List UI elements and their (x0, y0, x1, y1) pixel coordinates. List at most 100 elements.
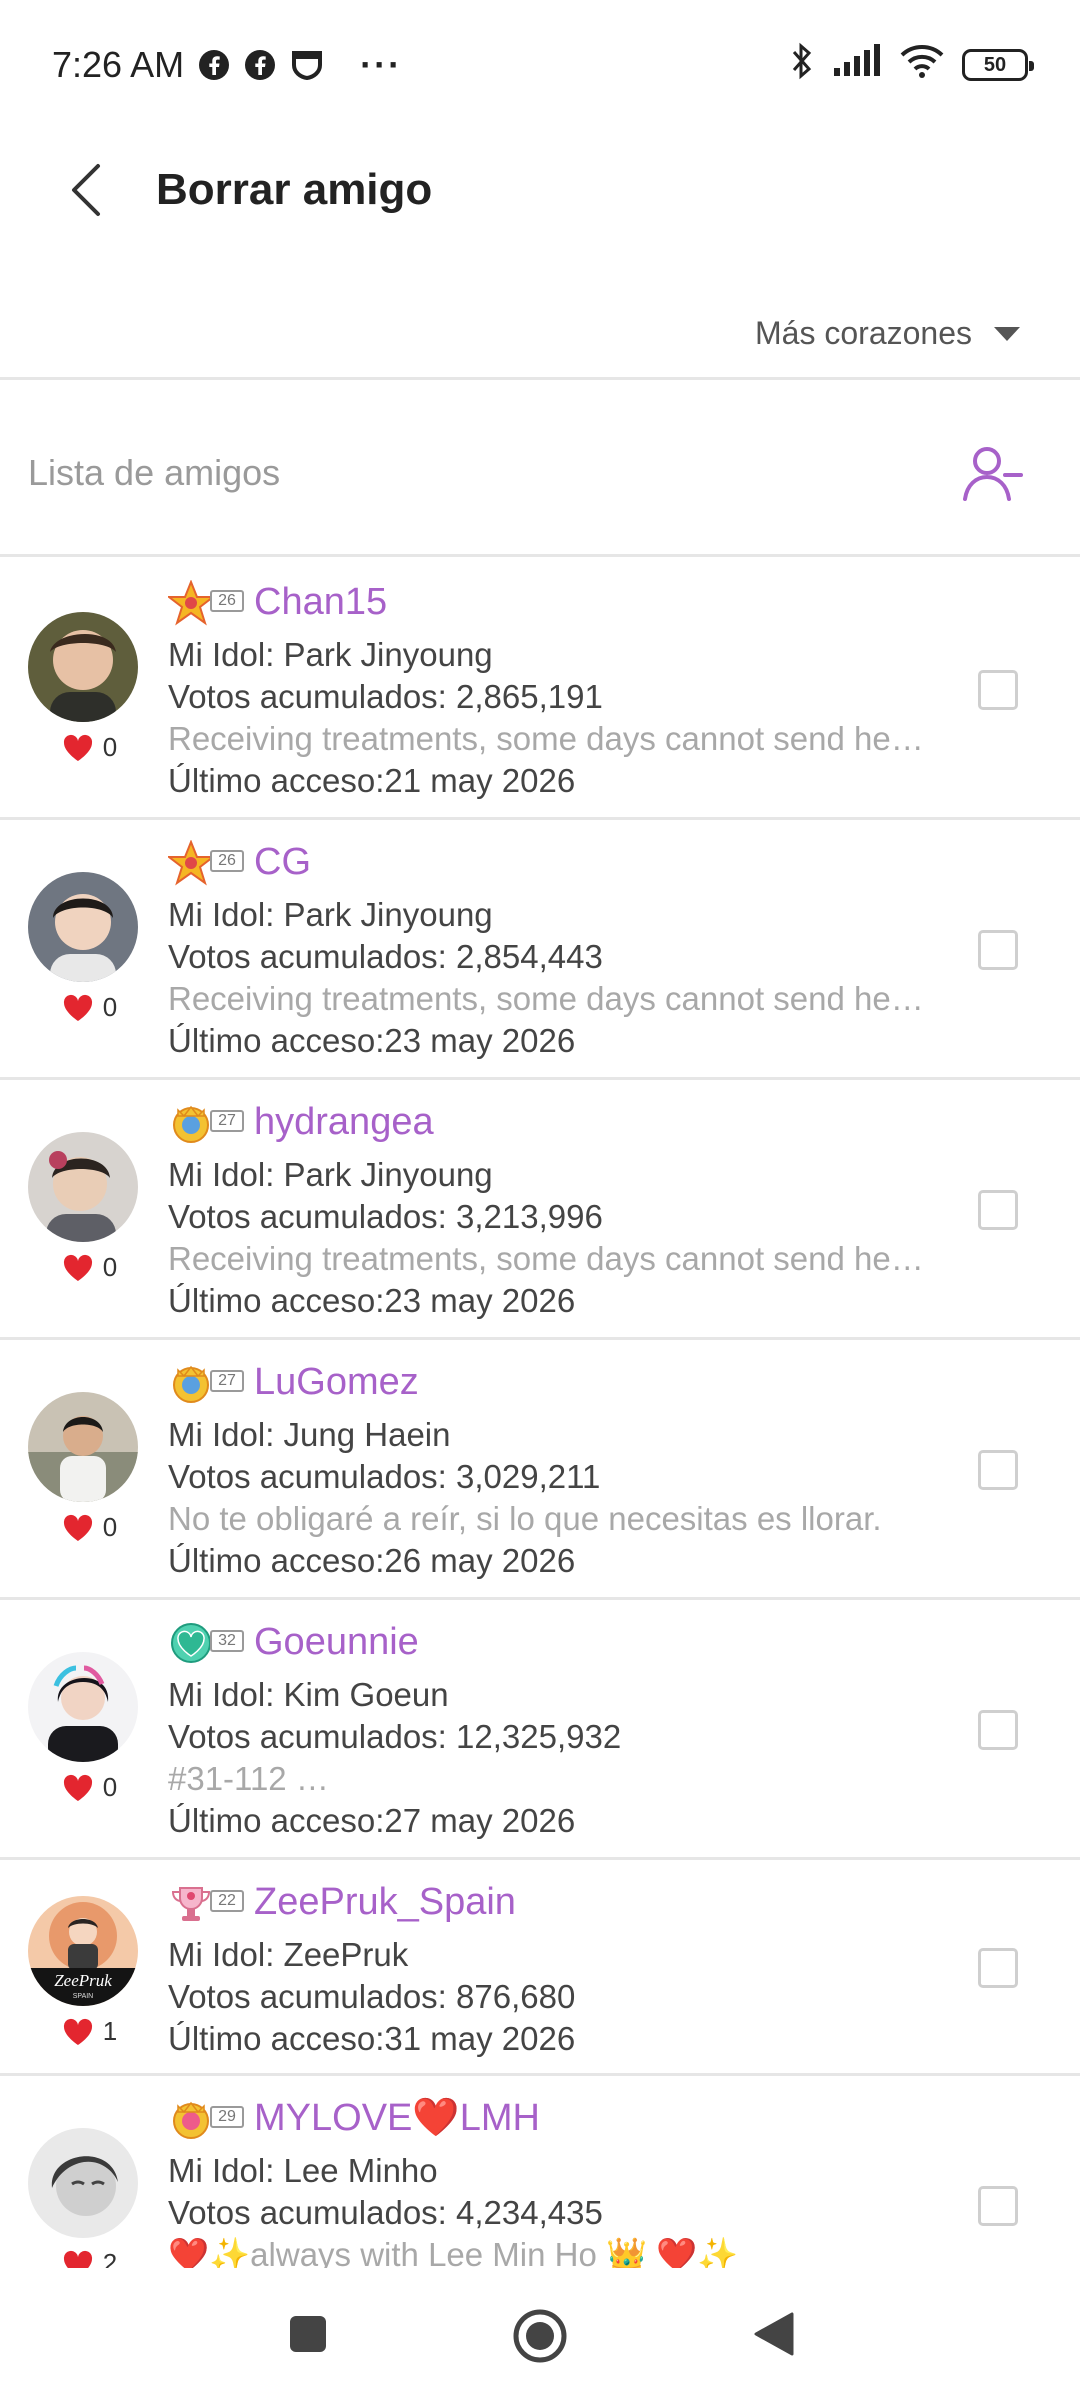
level-number: 32 (210, 1630, 244, 1652)
last-access: Último acceso:23 may 2026 (168, 1022, 576, 1059)
idol-text: Mi Idol: Park Jinyoung (168, 636, 493, 673)
friend-row[interactable]: 2 29 MYLOVE❤️LMH Mi Idol: Lee Minho Voto… (0, 2076, 1080, 2268)
star-badge-icon (168, 580, 214, 626)
avatar[interactable] (28, 872, 138, 982)
heart-icon (63, 734, 92, 761)
last-access: Último acceso:26 may 2026 (168, 1542, 576, 1579)
battery-level: 50 (983, 53, 1007, 76)
status-message: ❤️✨always with Lee Min Ho 👑 ❤️✨ (168, 2236, 739, 2268)
friend-list: 0 26 Chan15 Mi Idol: Park Jinyoung Votos… (0, 560, 1080, 2268)
avatar[interactable] (28, 1132, 138, 1242)
heart-icon (63, 1774, 92, 1801)
votes-text: Votos acumulados: 3,213,996 (168, 1198, 603, 1235)
heart-number: 0 (102, 1772, 118, 1802)
back-nav-button[interactable] (748, 2308, 800, 2360)
heart-badge-icon (171, 1623, 211, 1663)
level-badge: 27 (168, 1356, 244, 1408)
user-name[interactable]: CG (254, 841, 311, 884)
friend-row[interactable]: 0 26 CG Mi Idol: Park Jinyoung Votos acu… (0, 820, 1080, 1080)
home-button[interactable] (510, 2306, 570, 2366)
user-name[interactable]: hydrangea (254, 1101, 434, 1144)
status-message: #31-112 … (168, 1760, 329, 1797)
crown-badge-icon (173, 2101, 209, 2139)
recents-button[interactable] (284, 2310, 332, 2358)
facebook-icon (198, 49, 230, 81)
app-header: Borrar amigo (0, 130, 1080, 250)
status-message: Receiving treatments, some days cannot s… (168, 980, 924, 1017)
level-badge: 26 (168, 576, 244, 628)
idol-text: Mi Idol: Jung Haein (168, 1416, 451, 1453)
friend-row[interactable]: 0 26 Chan15 Mi Idol: Park Jinyoung Votos… (0, 560, 1080, 820)
level-number: 27 (210, 1110, 244, 1132)
status-message: No te obligaré a reír, si lo que necesit… (168, 1500, 882, 1537)
bluetooth-icon (790, 41, 814, 90)
avatar[interactable] (28, 1392, 138, 1502)
sort-dropdown[interactable]: Más corazones (755, 315, 1020, 352)
select-checkbox[interactable] (978, 930, 1018, 970)
status-message: Receiving treatments, some days cannot s… (168, 1240, 924, 1277)
user-name[interactable]: MYLOVE❤️LMH (254, 2096, 540, 2140)
heart-count: 0 (28, 1252, 138, 1283)
star-badge-icon (168, 840, 214, 886)
select-checkbox[interactable] (978, 1190, 1018, 1230)
level-badge: 29 (168, 2092, 244, 2144)
more-notifications: ··· (360, 44, 403, 85)
home-circle-icon (513, 2309, 567, 2363)
level-number: 22 (210, 1890, 244, 1912)
level-badge: 26 (168, 836, 244, 888)
heart-number: 0 (102, 1512, 118, 1542)
last-access: Último acceso:23 may 2026 (168, 1282, 576, 1319)
heart-count: 1 (28, 2016, 138, 2047)
select-checkbox[interactable] (978, 1948, 1018, 1988)
triangle-back-icon (754, 2312, 794, 2356)
facebook-icon (244, 49, 276, 81)
votes-text: Votos acumulados: 12,325,932 (168, 1718, 622, 1755)
back-button[interactable] (46, 150, 126, 230)
votes-text: Votos acumulados: 876,680 (168, 1978, 576, 2015)
friend-row[interactable]: ZeePruk SPAIN 1 22 ZeePruk_Spain Mi Idol… (0, 1860, 1080, 2076)
crown-badge-icon (173, 1365, 209, 1403)
heart-number: 0 (102, 1252, 118, 1282)
select-checkbox[interactable] (978, 1450, 1018, 1490)
level-number: 26 (210, 850, 244, 872)
votes-text: Votos acumulados: 3,029,211 (168, 1458, 601, 1495)
heart-number: 0 (102, 992, 118, 1022)
idol-text: Mi Idol: Park Jinyoung (168, 896, 493, 933)
friend-row[interactable]: 0 32 Goeunnie Mi Idol: Kim Goeun Votos a… (0, 1600, 1080, 1860)
heart-number: 2 (102, 2248, 118, 2268)
user-name[interactable]: ZeePruk_Spain (254, 1881, 516, 1924)
avatar[interactable]: ZeePruk SPAIN (28, 1896, 138, 2006)
user-name[interactable]: LuGomez (254, 1361, 419, 1404)
heart-icon (63, 1254, 92, 1281)
level-badge: 27 (168, 1096, 244, 1148)
heart-number: 1 (102, 2016, 118, 2046)
idol-text: Mi Idol: Park Jinyoung (168, 1156, 493, 1193)
friend-row[interactable]: 0 27 hydrangea Mi Idol: Park Jinyoung Vo… (0, 1080, 1080, 1340)
heart-number: 0 (102, 732, 118, 762)
select-checkbox[interactable] (978, 1710, 1018, 1750)
avatar[interactable] (28, 612, 138, 722)
select-checkbox[interactable] (978, 2186, 1018, 2226)
friend-list-header: Lista de amigos (0, 392, 1080, 557)
last-access: Último acceso:31 may 2026 (168, 2020, 576, 2057)
friend-row[interactable]: 0 27 LuGomez Mi Idol: Jung Haein Votos a… (0, 1340, 1080, 1600)
votes-text: Votos acumulados: 4,234,435 (168, 2194, 603, 2231)
system-nav-bar (0, 2268, 1080, 2400)
caret-down-icon (994, 326, 1020, 341)
remove-friend-button[interactable] (958, 438, 1028, 508)
clock: 7:26 AM (52, 44, 185, 85)
screen: 7:26 AM ··· 50 Borrar amigo Más corazone… (0, 0, 1080, 2400)
wifi-icon (900, 44, 944, 87)
level-number: 29 (210, 2106, 244, 2128)
avatar[interactable] (28, 2128, 138, 2238)
avatar[interactable] (28, 1652, 138, 1762)
user-name[interactable]: Chan15 (254, 581, 387, 624)
heart-icon (63, 1514, 92, 1541)
idol-text: Mi Idol: Kim Goeun (168, 1676, 449, 1713)
level-number: 26 (210, 590, 244, 612)
heart-icon (63, 2250, 92, 2268)
user-name[interactable]: Goeunnie (254, 1621, 419, 1664)
heart-count: 0 (28, 992, 138, 1023)
heart-count: 0 (28, 732, 138, 763)
select-checkbox[interactable] (978, 670, 1018, 710)
